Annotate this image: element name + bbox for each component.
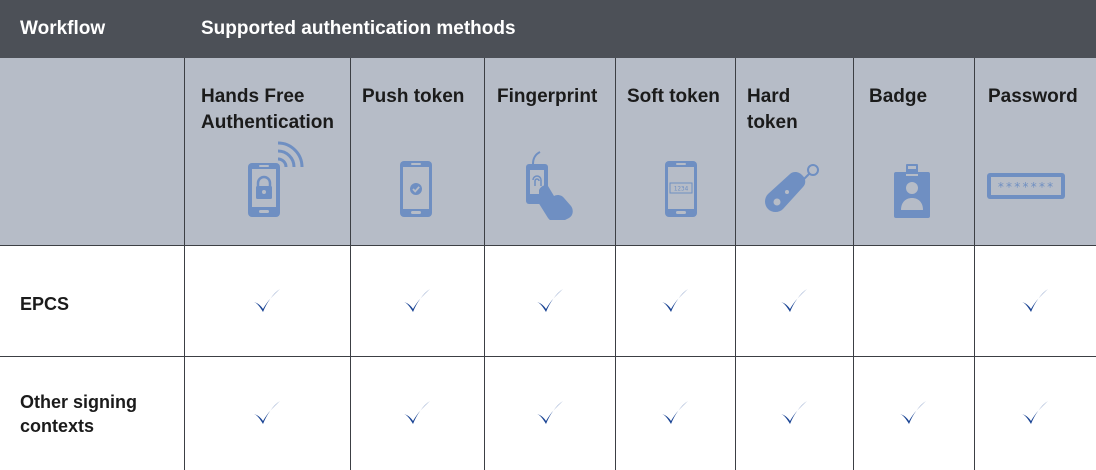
grid-line [184,58,185,470]
authentication-methods-table: Workflow Supported authentication method… [0,0,1096,470]
grid-line [853,58,854,470]
grid-line [615,58,616,470]
checkmark-icon [404,289,430,312]
checkmark-icon [537,289,563,312]
checkmark-icon [254,401,280,424]
checkmark-icon [1022,401,1048,424]
checkmark-icon [404,401,430,424]
row-label-other-signing: Other signing contexts [20,392,137,436]
grid-line [0,245,1096,246]
checkmark-icon [662,289,688,312]
phone-code-icon: 1234 [665,161,697,217]
checkmark-icon [662,401,688,424]
grid-line [735,58,736,470]
column-title-push-token: Push token [362,86,465,107]
phone-lock-wireless-icon [248,141,304,217]
column-title-soft-token: Soft token [627,86,720,107]
column-title-password: Password [988,86,1078,107]
grid-line [0,356,1096,357]
column-title-fingerprint: Fingerprint [497,86,598,107]
checkmark-icon [781,401,807,424]
column-title-badge: Badge [869,86,928,107]
table-header: Workflow Supported authentication method… [0,0,1096,58]
grid-line [484,58,485,470]
fingerprint-reader-icon [526,151,573,220]
key-fob-icon [765,164,819,212]
row-label-epcs: EPCS [20,294,70,314]
badge-icon [894,164,930,218]
password-field-icon: ******* [987,173,1065,199]
workflow-header: Workflow [20,18,106,39]
checkmark-icon [254,289,280,312]
checkmark-icon [781,289,807,312]
checkmark-icon [1022,289,1048,312]
soft-token-code-text: 1234 [674,186,689,193]
grid-line [974,58,975,470]
password-mask-text: ******* [997,180,1055,194]
column-title-hard-token: Hard token [747,86,798,133]
supported-methods-header: Supported authentication methods [201,18,516,39]
checkmark-icon [537,401,563,424]
column-title-hands-free: Hands Free Authentication [201,86,334,133]
grid-line [350,58,351,470]
checkmark-icon [900,401,926,424]
phone-check-icon [400,161,432,217]
